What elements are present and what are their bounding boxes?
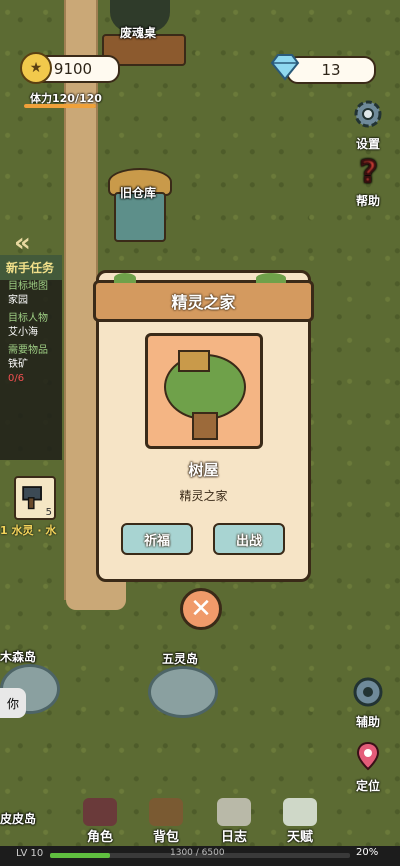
old-warehouse-label: 旧仓库 — [120, 186, 157, 200]
tree-house-roof — [178, 350, 210, 372]
stamina-fill — [24, 104, 96, 108]
gear-icon — [354, 100, 382, 128]
stamina-bar — [24, 104, 96, 108]
nav-log-label: 日志 — [220, 830, 247, 845]
nav-log[interactable]: 日志 — [210, 798, 258, 845]
svg-text:?: ? — [360, 155, 377, 187]
coin-icon: ★ — [20, 52, 52, 84]
close-icon[interactable]: ✕ — [180, 588, 222, 630]
wood-forest-island-label: 木森岛 — [0, 650, 37, 664]
nav-bag[interactable]: 背包 — [142, 798, 190, 845]
tree-trunk — [192, 412, 218, 440]
five-spirit-island-label: 五灵岛 — [162, 652, 199, 666]
chat-tab-label: 你 — [6, 696, 19, 711]
experience-text: 1300 / 6500 — [170, 848, 225, 858]
quest-map-value: 家园 — [8, 295, 28, 306]
building-description: 精灵之家 — [179, 489, 228, 503]
nav-talent-label: 天赋 — [286, 830, 313, 845]
quest-item-key: 需要物品 — [8, 345, 48, 356]
settings-label: 设置 — [355, 137, 380, 151]
level-label: LV 10 — [16, 848, 44, 859]
locate-button[interactable]: 定位 — [348, 740, 388, 794]
question-icon: ? — [359, 154, 378, 191]
help-button[interactable]: ? 帮助 — [348, 154, 388, 209]
five-spirit-island[interactable] — [148, 666, 218, 718]
nav-role[interactable]: 角色 — [76, 798, 124, 845]
quest-title: 新手任务 — [0, 255, 62, 280]
gem-value: 13 — [321, 61, 341, 79]
discard-table-label: 废魂桌 — [120, 26, 157, 40]
assist-button[interactable]: 辅助 — [348, 676, 388, 730]
diamond-icon — [270, 54, 300, 81]
wings-icon — [283, 798, 317, 826]
collapse-arrow-icon[interactable]: « — [14, 228, 31, 258]
dialog-title: 精灵之家 — [171, 293, 236, 312]
character-icon — [83, 798, 117, 826]
quest-item-value: 铁矿 — [8, 359, 28, 370]
settings-button[interactable]: 设置 — [348, 98, 388, 152]
backpack-icon — [149, 798, 183, 826]
item-slot[interactable]: 5 — [14, 476, 56, 520]
experience-percent: 20% — [356, 847, 379, 858]
nav-bag-label: 背包 — [152, 830, 179, 845]
quest-person-key: 目标人物 — [8, 313, 48, 324]
location-pin-icon — [356, 741, 380, 771]
leaf-decoration — [114, 273, 136, 283]
quest-map-key: 目标地图 — [8, 281, 48, 292]
quest-panel[interactable]: 新手任务 目标地图 家园 目标人物 艾小海 需要物品 铁矿 0/6 — [0, 255, 62, 460]
building-preview-image — [145, 333, 263, 449]
old-warehouse-building[interactable] — [108, 168, 172, 242]
quest-progress: 0/6 — [8, 373, 25, 384]
locate-label: 定位 — [355, 779, 380, 793]
experience-fill — [50, 853, 110, 858]
sprite-label: 1 水灵 · 水 — [0, 524, 57, 537]
help-label: 帮助 — [355, 194, 380, 208]
deploy-button[interactable]: 出战 — [213, 523, 285, 555]
quest-person-value: 艾小海 — [8, 327, 38, 338]
assist-icon — [353, 677, 383, 707]
assist-label: 辅助 — [355, 715, 380, 729]
book-icon — [217, 798, 251, 826]
dialog-header: 精灵之家 — [93, 273, 314, 322]
chat-tab[interactable]: 你 — [0, 688, 26, 718]
building-name: 树屋 — [188, 461, 219, 479]
coin-value: 9100 — [53, 60, 93, 78]
item-count: 5 — [45, 507, 52, 518]
leaf-decoration — [256, 273, 286, 283]
nav-talent[interactable]: 天赋 — [276, 798, 324, 845]
nav-role-label: 角色 — [86, 830, 113, 845]
pipi-island-label: 皮皮岛 — [0, 812, 37, 826]
building-info-dialog: 精灵之家 树屋 精灵之家 祈福 出战 — [93, 270, 314, 582]
bless-button[interactable]: 祈福 — [121, 523, 193, 555]
